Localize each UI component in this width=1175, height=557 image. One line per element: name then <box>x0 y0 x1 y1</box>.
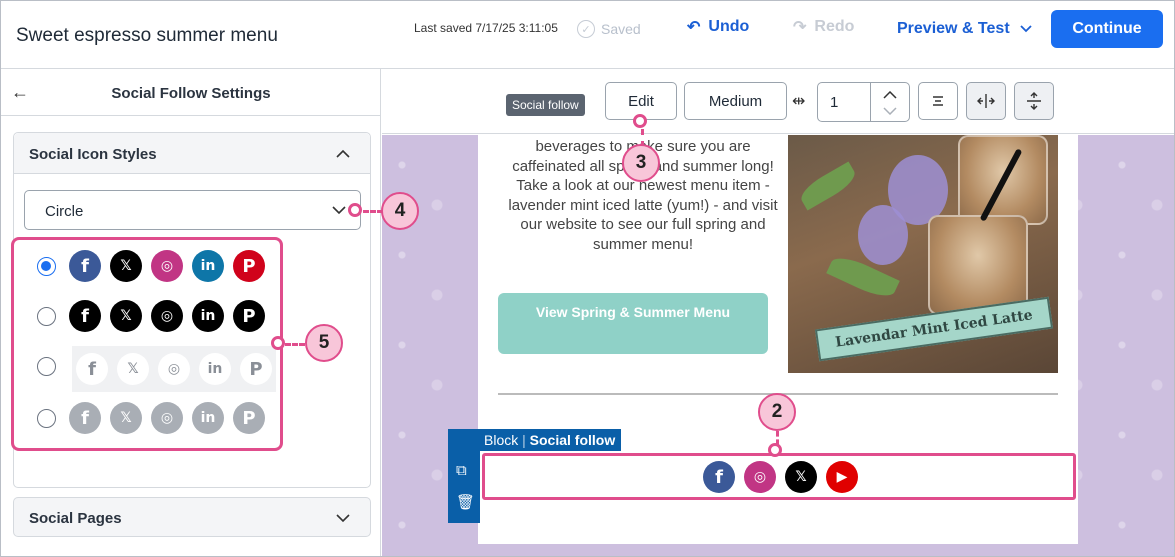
vertical-spacing-icon <box>1027 92 1041 110</box>
block-toolbar: Social follow Edit Medium ⇹ 1 <box>382 69 1174 134</box>
callout-4-dot <box>348 203 362 217</box>
cta-button[interactable]: View Spring & Summer Menu <box>498 293 768 354</box>
saved-status: ✓ Saved <box>577 20 641 38</box>
duplicate-icon[interactable]: ⧉ <box>456 462 467 479</box>
undo-button[interactable]: ↶ Undo <box>687 17 749 37</box>
padding-stepper[interactable]: 1 <box>817 82 910 122</box>
align-center-button[interactable] <box>918 82 958 120</box>
block-label-name: Social follow <box>529 432 616 448</box>
section-title: Social Icon Styles <box>29 146 157 163</box>
panel-header: Social Follow Settings ← <box>1 69 380 116</box>
back-arrow-icon[interactable]: ← <box>11 82 29 103</box>
horizontal-spacing-button[interactable] <box>966 82 1006 120</box>
callout-4: 4 <box>381 192 419 230</box>
check-circle-icon: ✓ <box>577 20 595 38</box>
callout-4-line <box>363 210 383 213</box>
horizontal-spacing-icon <box>977 94 995 108</box>
social-follow-block[interactable]: f ◎ 𝕏 ▶ <box>482 453 1076 500</box>
social-follow-icons: f ◎ 𝕏 ▶ <box>703 461 858 493</box>
icon-shape-value: Circle <box>45 203 84 220</box>
padding-value: 1 <box>830 94 839 111</box>
delete-icon[interactable]: 🗑 <box>456 493 475 511</box>
redo-label: Redo <box>814 18 855 35</box>
youtube-icon[interactable]: ▶ <box>826 461 858 493</box>
icon-shape-select[interactable]: Circle <box>24 190 361 230</box>
callout-5-dot <box>271 336 285 350</box>
chevron-down-icon <box>332 206 346 215</box>
callout-3: 3 <box>622 144 660 182</box>
leaf-shape <box>796 161 860 211</box>
horizontal-padding-icon: ⇹ <box>792 93 806 110</box>
last-saved-text: Last saved 7/17/25 3:11:05 <box>414 21 558 35</box>
callout-5-line <box>285 343 305 346</box>
chevron-up-icon <box>336 149 350 158</box>
callout-5: 5 <box>305 324 343 362</box>
continue-button[interactable]: Continue <box>1051 10 1163 48</box>
preview-test-button[interactable]: Preview & Test <box>897 20 1032 38</box>
lilac-shape <box>858 205 908 265</box>
facebook-icon[interactable]: f <box>703 461 735 493</box>
redo-icon: ↷ <box>793 19 807 36</box>
document-title[interactable]: Sweet espresso summer menu <box>16 25 278 47</box>
chevron-down-icon <box>1020 25 1032 33</box>
chevron-down-icon <box>336 514 350 523</box>
block-label-prefix: Block <box>484 432 519 448</box>
instagram-icon[interactable]: ◎ <box>744 461 776 493</box>
block-label-bar: Block | Social follow <box>448 429 622 451</box>
style-options-highlight <box>11 237 283 451</box>
x-icon[interactable]: 𝕏 <box>785 461 817 493</box>
latte-photo[interactable]: Lavendar Mint Iced Latte <box>788 135 1058 373</box>
saved-label: Saved <box>601 21 641 37</box>
top-bar: Sweet espresso summer menu Last saved 7/… <box>1 1 1174 69</box>
panel-title: Social Follow Settings <box>111 85 271 102</box>
block-type-tag: Social follow <box>506 94 585 116</box>
chevron-up-icon[interactable] <box>883 91 897 99</box>
glass-shape <box>928 215 1028 315</box>
vertical-spacing-button[interactable] <box>1014 82 1054 120</box>
social-pages-title: Social Pages <box>29 510 122 527</box>
callout-2-dot <box>768 443 782 457</box>
callout-3-dot <box>633 114 647 128</box>
undo-icon: ↶ <box>687 19 701 36</box>
chevron-down-icon[interactable] <box>883 107 897 115</box>
social-pages-section[interactable]: Social Pages <box>13 497 371 537</box>
redo-button[interactable]: ↷ Redo <box>793 17 854 37</box>
size-button[interactable]: Medium <box>684 82 787 120</box>
social-icon-styles-header[interactable]: Social Icon Styles <box>14 133 370 174</box>
preview-label: Preview & Test <box>897 20 1010 37</box>
align-center-icon <box>933 96 943 106</box>
undo-label: Undo <box>708 18 750 35</box>
email-canvas: beverages to make sure you are caffeinat… <box>382 135 1174 556</box>
app-window: Sweet espresso summer menu Last saved 7/… <box>0 0 1175 557</box>
callout-2: 2 <box>758 393 796 431</box>
stepper-divider <box>870 83 871 121</box>
